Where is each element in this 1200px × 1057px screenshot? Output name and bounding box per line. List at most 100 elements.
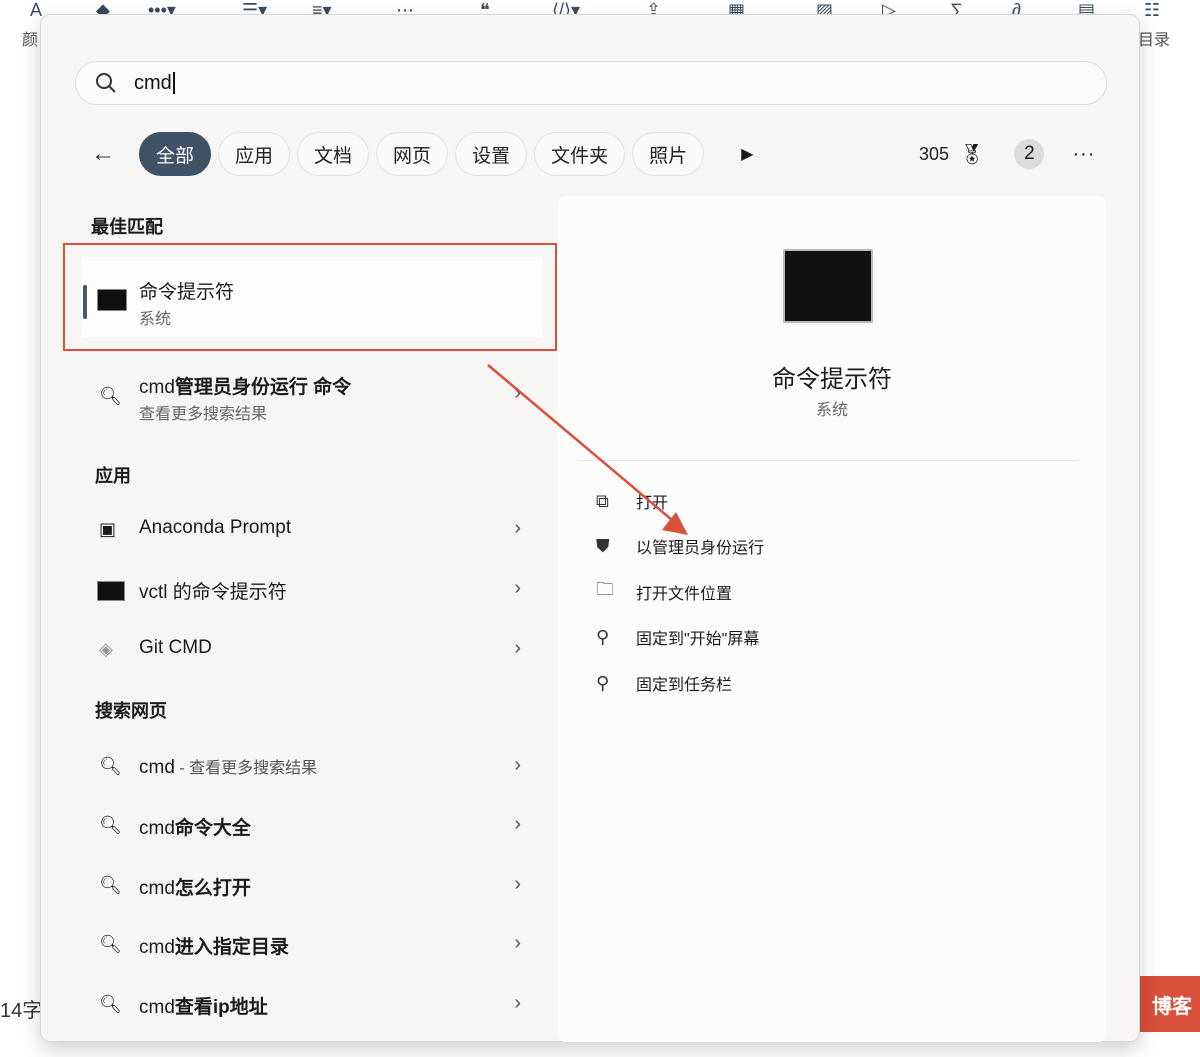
action-label: 打开文件位置 xyxy=(636,586,733,603)
action-open-file-location[interactable]: 🗀 打开文件位置 xyxy=(596,577,732,607)
action-label: 固定到任务栏 xyxy=(636,677,733,694)
best-match-item[interactable]: 命令提示符 系统 xyxy=(81,257,543,337)
suggestion-bold: 管理员身份运行 命令 xyxy=(174,377,352,398)
font-color-icon[interactable]: A xyxy=(30,0,42,21)
tab-documents[interactable]: 文档 xyxy=(297,132,370,176)
web-prefix: cmd xyxy=(139,878,175,899)
notification-badge[interactable]: 2 xyxy=(1014,139,1045,169)
suggestion-subtitle: 查看更多搜索结果 xyxy=(139,406,268,423)
search-icon xyxy=(96,73,116,93)
action-open[interactable]: ⧉ 打开 xyxy=(596,486,668,516)
action-pin-to-start[interactable]: ⚲ 固定到"开始"屏幕 xyxy=(596,622,759,652)
app-item[interactable]: ◈ Git CMD › xyxy=(91,625,521,677)
web-suffix: - 查看更多搜索结果 xyxy=(174,760,318,777)
preview-title: 命令提示符 xyxy=(772,366,892,393)
best-match-highlight: 命令提示符 系统 xyxy=(63,243,557,351)
open-external-icon: ⧉ xyxy=(596,490,609,511)
rewards-points[interactable]: 305 xyxy=(919,144,949,165)
anaconda-prompt-icon: ▣ xyxy=(99,519,117,539)
tab-apps[interactable]: 应用 xyxy=(218,132,291,176)
web-search-item[interactable]: 🔍︎ cmd - 查看更多搜索结果 › xyxy=(91,742,521,794)
search-icon: 🔍︎ xyxy=(99,756,122,776)
web-label: cmd进入指定目录 xyxy=(139,932,289,959)
back-arrow-icon[interactable]: ← xyxy=(91,140,129,168)
web-bold: 查看ip地址 xyxy=(174,997,268,1018)
action-run-as-admin[interactable]: ⛊ 以管理员身份运行 xyxy=(596,531,764,561)
chevron-right-icon[interactable]: › xyxy=(514,992,521,1015)
chevron-right-icon[interactable]: › xyxy=(514,932,521,955)
web-label: cmd命令大全 xyxy=(139,813,251,840)
toolbar-label-toc: 目录 xyxy=(1138,32,1171,49)
app-label: Git CMD xyxy=(139,637,212,658)
header-tools: 305 🏅︎ 2 ··· xyxy=(919,139,1095,169)
web-bold: 命令大全 xyxy=(174,818,251,839)
web-search-heading: 搜索网页 xyxy=(95,701,167,721)
publish-blog-button[interactable]: 博客 xyxy=(1138,976,1200,1032)
search-icon: 🔍︎ xyxy=(99,815,122,835)
action-label: 以管理员身份运行 xyxy=(636,540,765,557)
folder-icon: 🗀 xyxy=(596,579,614,599)
search-icon: 🔍︎ xyxy=(99,875,122,895)
chevron-right-icon[interactable]: › xyxy=(514,577,521,600)
chevron-right-icon[interactable]: › xyxy=(514,813,521,836)
best-match-subtitle: 系统 xyxy=(139,311,172,328)
web-prefix: cmd xyxy=(139,757,175,778)
pin-icon: ⚲ xyxy=(596,626,610,647)
command-prompt-icon xyxy=(97,289,127,311)
web-label: cmd - 查看更多搜索结果 xyxy=(139,754,317,779)
search-input[interactable]: cmd xyxy=(75,61,1107,105)
action-pin-to-taskbar[interactable]: ⚲ 固定到任务栏 xyxy=(596,668,732,698)
chevron-right-icon[interactable]: › xyxy=(514,382,521,405)
app-label: Anaconda Prompt xyxy=(139,517,292,538)
shield-window-icon: ⛊ xyxy=(596,535,610,556)
best-match-heading: 最佳匹配 xyxy=(91,217,163,237)
start-search-panel: cmd ← 全部 应用 文档 网页 设置 文件夹 照片 ▶ 305 🏅︎ 2 ·… xyxy=(40,14,1140,1042)
web-prefix: cmd xyxy=(139,997,175,1018)
preview-subtitle: 系统 xyxy=(815,402,848,419)
apps-heading: 应用 xyxy=(95,466,131,486)
chevron-right-icon[interactable]: › xyxy=(514,637,521,660)
chevron-right-icon[interactable]: › xyxy=(514,517,521,540)
word-count: 14字 xyxy=(0,1000,43,1022)
web-search-item[interactable]: 🔍︎ cmd查看ip地址 › xyxy=(91,980,521,1032)
web-prefix: cmd xyxy=(139,937,175,958)
tab-settings[interactable]: 设置 xyxy=(455,132,528,176)
search-icon: 🔍︎ xyxy=(99,386,122,406)
web-search-item[interactable]: 🔍︎ cmd怎么打开 › xyxy=(91,861,521,913)
rewards-medal-icon[interactable]: 🏅︎ xyxy=(959,142,984,167)
action-label: 打开 xyxy=(636,495,669,512)
web-label: cmd怎么打开 xyxy=(139,873,251,900)
divider xyxy=(578,460,1078,461)
more-tabs-play-icon[interactable]: ▶ xyxy=(741,144,753,164)
web-label: cmd查看ip地址 xyxy=(139,992,268,1019)
best-match-title: 命令提示符 xyxy=(139,282,235,303)
tab-all[interactable]: 全部 xyxy=(139,132,212,176)
suggestion-label: cmd管理员身份运行 命令 xyxy=(139,372,351,399)
search-icon: 🔍︎ xyxy=(99,994,122,1014)
toc-icon[interactable]: ☷ xyxy=(1144,0,1160,21)
tab-photos[interactable]: 照片 xyxy=(632,132,705,176)
git-cmd-icon: ◈ xyxy=(99,639,113,659)
tab-folders[interactable]: 文件夹 xyxy=(534,132,626,176)
filter-tabs: ← 全部 应用 文档 网页 设置 文件夹 照片 ▶ xyxy=(91,132,753,176)
web-prefix: cmd xyxy=(139,818,175,839)
search-icon: 🔍︎ xyxy=(99,934,122,954)
web-bold: 进入指定目录 xyxy=(174,937,289,958)
web-search-item[interactable]: 🔍︎ cmd进入指定目录 › xyxy=(91,920,521,972)
chevron-right-icon[interactable]: › xyxy=(514,873,521,896)
search-suggestion-item[interactable]: 🔍︎ cmd管理员身份运行 命令 查看更多搜索结果 › xyxy=(91,370,521,430)
app-item[interactable]: ▣ Anaconda Prompt › xyxy=(91,505,521,557)
vctl-terminal-icon xyxy=(97,581,125,601)
toolbar-label-color: 颜 xyxy=(22,32,39,49)
more-options-button[interactable]: ··· xyxy=(1072,143,1095,166)
selection-indicator xyxy=(83,285,87,319)
action-label: 固定到"开始"屏幕 xyxy=(636,631,760,648)
web-bold: 怎么打开 xyxy=(174,878,251,899)
tab-web[interactable]: 网页 xyxy=(376,132,449,176)
chevron-right-icon[interactable]: › xyxy=(514,754,521,777)
pin-icon: ⚲ xyxy=(596,672,610,693)
app-label: vctl 的命令提示符 xyxy=(139,582,287,603)
web-search-item[interactable]: 🔍︎ cmd命令大全 › xyxy=(91,801,521,853)
app-item[interactable]: vctl 的命令提示符 › xyxy=(91,565,521,617)
search-query: cmd xyxy=(134,72,175,94)
